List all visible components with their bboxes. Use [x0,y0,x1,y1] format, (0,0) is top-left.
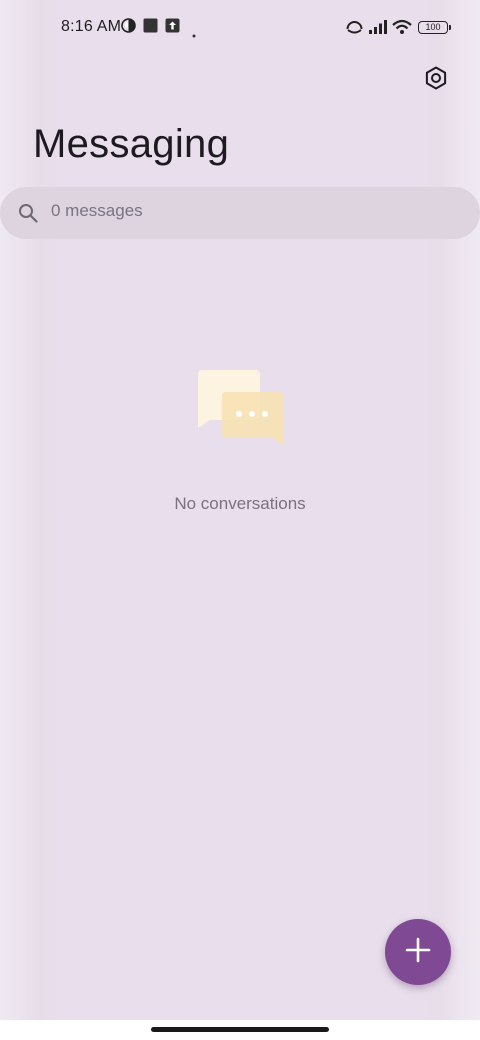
empty-state-text: No conversations [174,494,306,513]
dot-icon [192,25,196,43]
hotspot-icon [345,19,364,41]
search-icon [18,203,38,228]
search-input[interactable] [51,201,431,221]
status-bar: 8:16 AM 100 [0,0,480,56]
chat-bubbles-icon [196,368,286,453]
status-time: 8:16 AM [61,18,122,35]
battery-icon: 100 [418,21,451,34]
search-bar[interactable] [0,187,480,239]
signal-icon [369,20,387,40]
settings-hexagon-icon [424,66,448,95]
new-conversation-button[interactable] [385,919,451,985]
home-indicator[interactable] [151,1027,329,1032]
stop-square-icon [143,18,158,38]
settings-button[interactable] [418,62,454,98]
plus-icon [405,937,431,968]
page-title: Messaging [33,122,230,166]
wifi-icon [392,19,412,40]
vpn-key-icon [121,18,136,38]
upload-arrow-icon [165,18,180,38]
